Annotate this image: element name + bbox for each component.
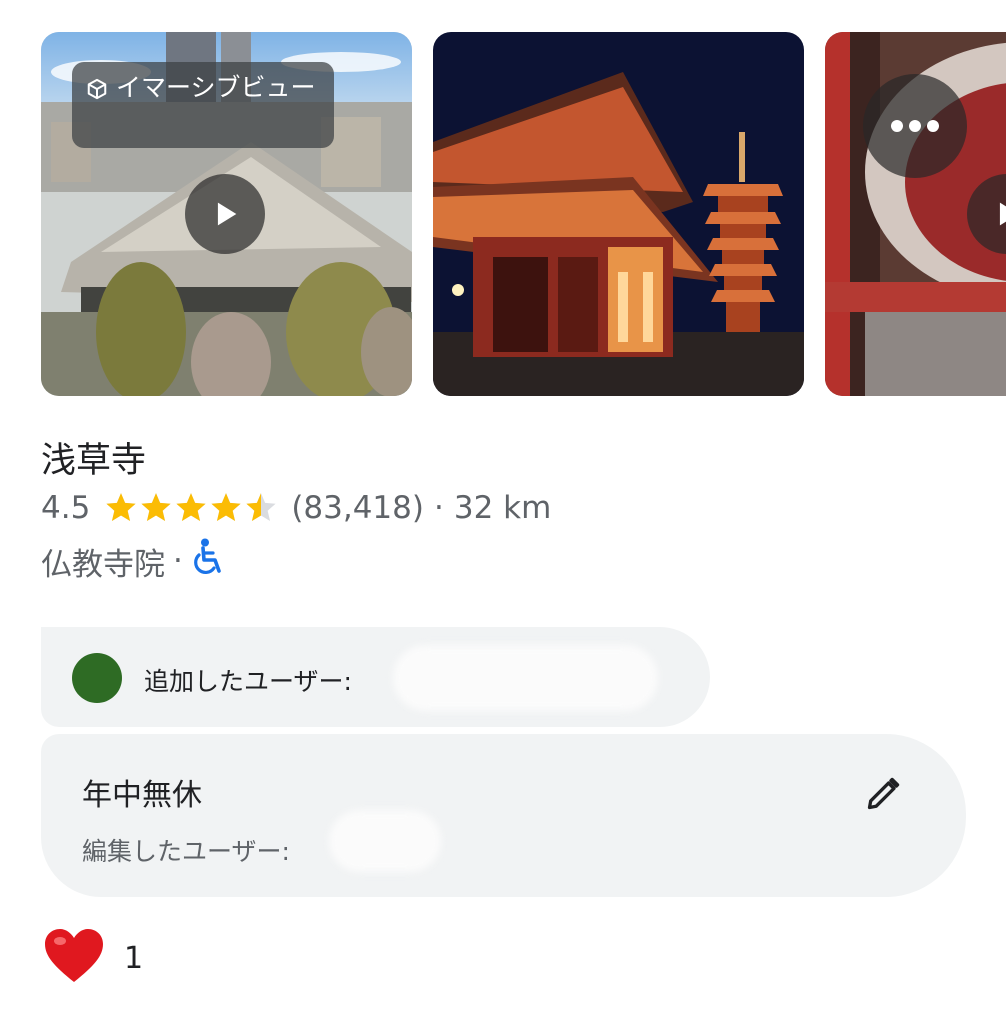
cube-icon [86,78,108,100]
distance: 32 km [453,490,552,526]
play-button[interactable] [185,174,265,254]
star-icon [141,493,171,522]
reaction-row[interactable]: 1 [44,928,143,988]
added-by-label: 追加したユーザー: [144,667,352,696]
rating-stars [104,491,279,525]
more-button[interactable] [863,74,967,178]
place-name[interactable]: 浅草寺 [41,432,146,483]
photo-carousel[interactable]: イマーシブビュー [0,0,1006,400]
separator-dot: · [433,490,444,526]
wheelchair-icon [191,538,223,584]
pencil-icon [865,776,901,816]
reaction-count: 1 [124,940,144,976]
review-count: (83,418) [291,490,424,526]
avatar [72,653,122,703]
star-icon [246,493,276,522]
category-row: 仏教寺院 · [41,538,223,584]
more-horiz-icon [890,119,940,133]
star-icon [106,493,136,522]
star-icon [176,493,206,522]
rating-value: 4.5 [41,490,91,526]
star-icon [211,493,241,522]
immersive-view-label: イマーシブビュー [116,73,316,102]
photo-temple-night[interactable] [433,32,804,396]
category-label: 仏教寺院 [41,546,165,583]
edit-note-button[interactable] [863,776,903,816]
photo-lantern[interactable] [825,32,1006,396]
play-icon [990,197,1006,231]
temple-night-image [433,32,804,396]
photo-immersive-view[interactable]: イマーシブビュー [41,32,412,396]
rating-row[interactable]: 4.5 (83,418) · 32 km [41,490,551,526]
note-title: 年中無休 [82,778,202,813]
redacted-user-name [393,645,658,711]
redacted-editor-name [329,810,441,872]
heart-icon[interactable] [44,928,104,988]
added-by-card[interactable]: 追加したユーザー: [41,627,710,727]
edited-by-label: 編集したユーザー: [82,837,290,866]
separator-dot: · [173,543,183,579]
note-card[interactable]: 年中無休 編集したユーザー: [41,734,966,897]
immersive-view-badge[interactable]: イマーシブビュー [72,62,334,148]
play-icon [208,197,242,231]
